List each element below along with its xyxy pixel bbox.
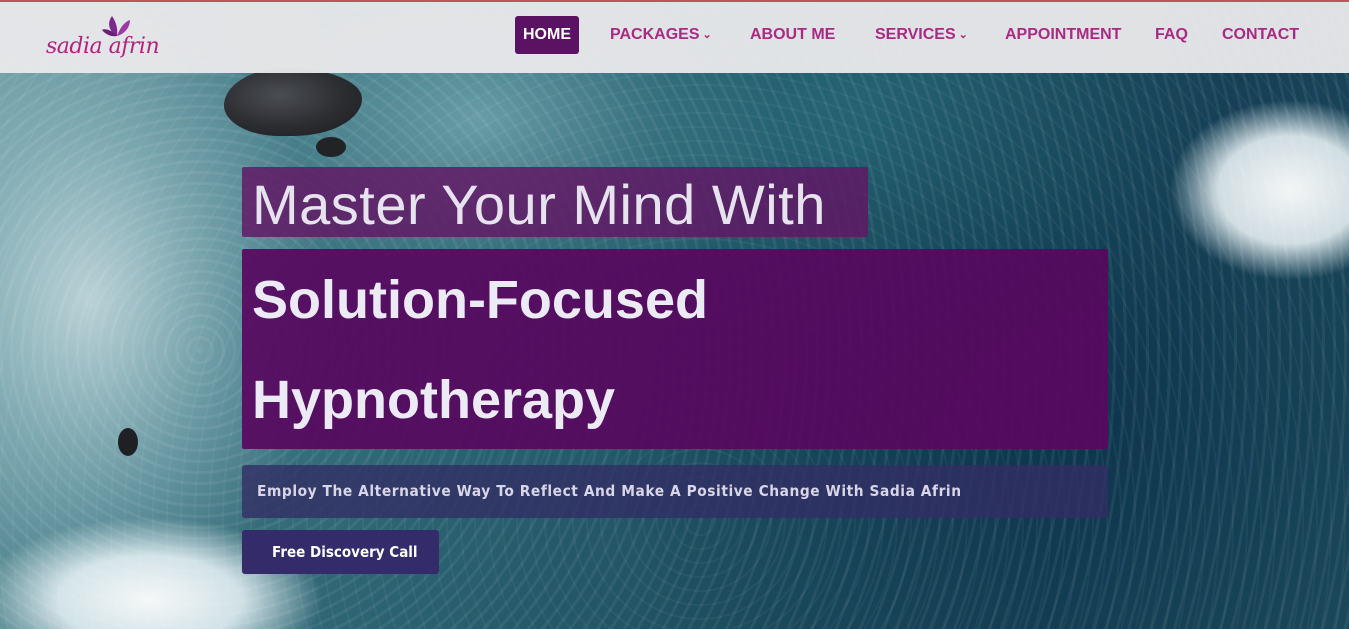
site-header: sadia afrin HOME PACKAGES ⌄ ABOUT ME SERV… [0,2,1349,73]
hero-headline-block: Solution-Focused Hypnotherapy [242,249,1108,449]
nav-item-appointment[interactable]: APPOINTMENT [1005,26,1121,44]
nav-item-home[interactable]: HOME [515,16,579,54]
hero-subtitle: Employ The Alternative Way To Reflect An… [257,482,962,500]
rock-image [118,428,138,456]
main-navigation: HOME PACKAGES ⌄ ABOUT ME SERVICES ⌄ APPOIN… [0,2,1349,73]
nav-item-label: SERVICES [875,26,956,43]
nav-item-contact[interactable]: CONTACT [1222,26,1299,44]
hero-headline-highlight: Master Your Mind With [242,167,868,237]
nav-item-label: CONTACT [1222,26,1300,43]
hero-subtitle-bar: Employ The Alternative Way To Reflect An… [242,465,1108,518]
hero-headline-line3: Hypnotherapy [252,370,616,430]
nav-item-about-me[interactable]: ABOUT ME [750,26,835,44]
cta-button-label: Free Discovery Call [272,543,418,561]
nav-item-label: PACKAGES [610,26,700,43]
nav-item-label: FAQ [1155,26,1188,43]
nav-item-label: APPOINTMENT [1005,26,1122,43]
rock-image [316,137,346,157]
hero-headline-line1: Master Your Mind With [252,173,826,236]
nav-item-packages[interactable]: PACKAGES ⌄ [610,26,712,44]
free-discovery-call-button[interactable]: Free Discovery Call [242,530,439,574]
chevron-down-icon: ⌄ [958,29,968,41]
nav-item-label: ABOUT ME [750,26,836,43]
page: sadia afrin HOME PACKAGES ⌄ ABOUT ME SERV… [0,0,1349,629]
chevron-down-icon: ⌄ [702,29,712,41]
top-accent-border [0,0,1349,2]
nav-item-services[interactable]: SERVICES ⌄ [875,26,968,44]
nav-item-label: HOME [523,26,571,43]
hero-headline-line2: Solution-Focused [252,270,708,330]
nav-item-faq[interactable]: FAQ [1155,26,1188,44]
